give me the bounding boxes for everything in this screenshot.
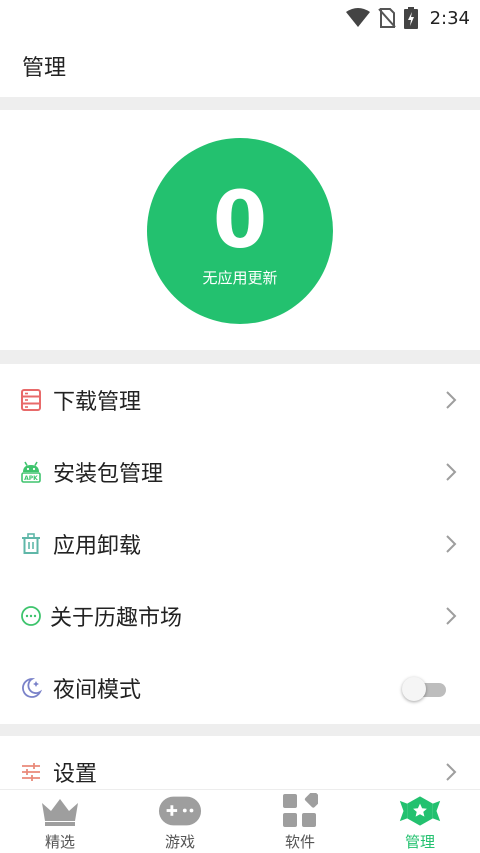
section-gap (0, 350, 480, 364)
night-mode-toggle[interactable] (402, 677, 446, 701)
menu-download-manager[interactable]: 下载管理 (0, 364, 480, 436)
status-bar: 2:34 (0, 0, 480, 36)
nav-tab-featured[interactable]: 精选 (0, 790, 120, 853)
android-apk-icon: APK (20, 461, 42, 483)
nav-label: 软件 (284, 833, 315, 851)
menu-label: 关于历趣市场 (50, 606, 183, 631)
nav-tab-games[interactable]: 游戏 (120, 790, 240, 853)
app-bar: 管理 (0, 36, 480, 96)
menu-uninstall[interactable]: 应用卸载 (0, 508, 480, 580)
manage-badge-icon (398, 794, 442, 828)
menu-label: 应用卸载 (53, 534, 142, 559)
nav-tab-manage[interactable]: 管理 (360, 790, 480, 853)
moon-icon (20, 677, 42, 699)
nav-label: 游戏 (164, 833, 195, 851)
apps-grid-icon (278, 793, 322, 828)
sliders-icon (20, 761, 42, 783)
chevron-right-icon (446, 763, 457, 781)
section-gap (0, 97, 480, 110)
update-count-circle[interactable]: 0 无应用更新 (147, 138, 333, 324)
menu-label: 下载管理 (53, 390, 142, 415)
update-count: 0 (212, 175, 268, 266)
chevron-right-icon (446, 463, 457, 481)
gamepad-icon (158, 794, 202, 828)
nav-label: 精选 (44, 833, 75, 851)
battery-charging-icon (403, 7, 418, 29)
nav-tab-software[interactable]: 软件 (240, 790, 360, 853)
nav-label: 管理 (404, 833, 435, 851)
page-title: 管理 (22, 56, 67, 81)
menu-apk-manager[interactable]: APK 安装包管理 (0, 436, 480, 508)
status-time: 2:34 (429, 7, 470, 29)
trash-icon (20, 533, 42, 555)
toggle-knob (402, 677, 426, 701)
bottom-nav: 精选 游戏 软件 管理 (0, 789, 480, 853)
menu-night-mode: 夜间模式 (0, 652, 480, 724)
update-summary: 0 无应用更新 (0, 110, 480, 350)
chevron-right-icon (446, 535, 457, 553)
wifi-icon (345, 8, 370, 27)
crown-icon (38, 794, 82, 828)
no-sim-icon (377, 8, 396, 28)
update-caption: 无应用更新 (202, 268, 278, 287)
chevron-right-icon (446, 607, 457, 625)
chevron-right-icon (446, 391, 457, 409)
menu-label: 设置 (53, 762, 98, 787)
menu-label: 夜间模式 (53, 678, 142, 703)
menu-about[interactable]: 关于历趣市场 (0, 580, 480, 652)
svg-text:APK: APK (24, 475, 38, 482)
download-list-icon (20, 389, 42, 411)
menu-label: 安装包管理 (53, 462, 164, 487)
chat-bubble-icon (20, 605, 42, 627)
